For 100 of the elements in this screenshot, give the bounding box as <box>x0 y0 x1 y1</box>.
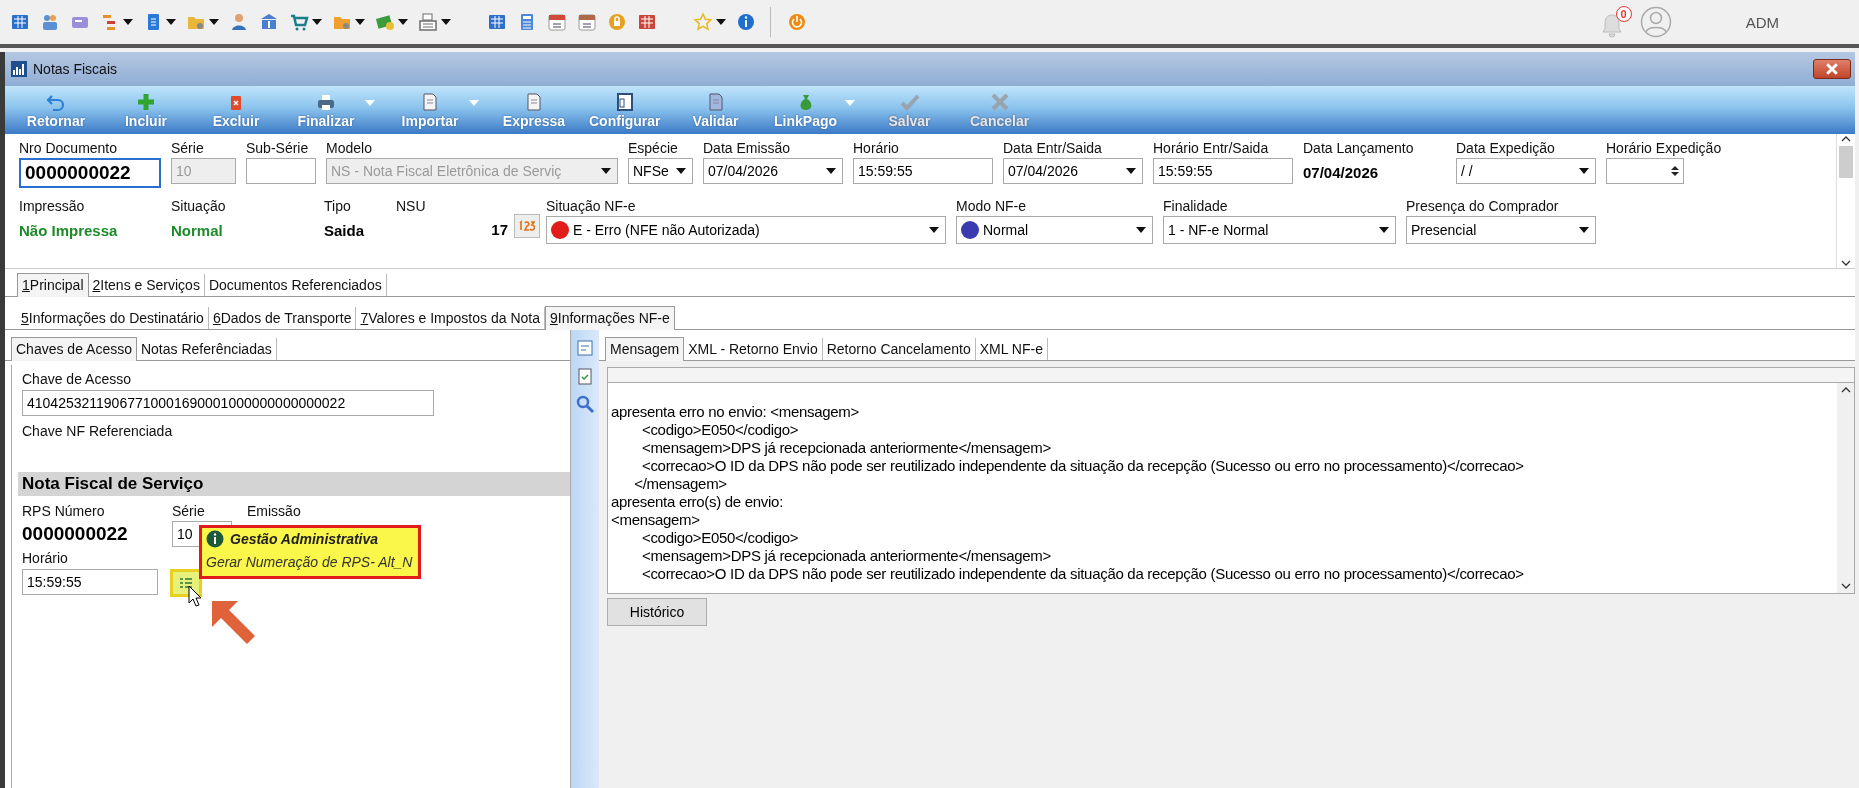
clipboard-check-icon[interactable] <box>575 366 595 386</box>
caret-icon[interactable] <box>355 19 365 25</box>
input-field[interactable]: 15:59:55 <box>22 569 158 595</box>
people-icon <box>40 12 60 32</box>
field-label: Data Expedição <box>1456 140 1556 156</box>
report-icon <box>637 12 657 32</box>
tooltip-text: Gerar Numeração de RPS- Alt_N <box>206 554 413 570</box>
user-name[interactable]: ADM <box>1745 13 1779 31</box>
caret-icon[interactable] <box>716 19 726 25</box>
window-title: Notas Fiscais <box>33 61 118 77</box>
printer-icon <box>316 92 336 112</box>
field-label: Chave de Acesso <box>22 371 131 387</box>
caret-icon[interactable] <box>1579 227 1589 233</box>
field-label: Presença do Comprador <box>1406 198 1560 214</box>
numbers-icon <box>519 218 535 234</box>
document-icon[interactable] <box>575 338 595 358</box>
document-icon <box>420 92 440 112</box>
plus-icon <box>136 92 156 112</box>
section-header: Nota Fiscal de Serviço <box>18 472 570 496</box>
field-label: Data Entr/Saida <box>1003 140 1103 156</box>
caret-icon[interactable] <box>398 19 408 25</box>
scrollbar[interactable] <box>1837 383 1854 593</box>
caret-icon[interactable] <box>676 168 686 174</box>
field-label: Chave NF Referenciada <box>22 423 173 439</box>
person-icon <box>229 12 249 32</box>
caret-icon[interactable] <box>1579 168 1589 174</box>
dropdown[interactable]: Presencial <box>1406 216 1596 244</box>
spinner-field[interactable] <box>1606 158 1684 184</box>
caret-icon[interactable] <box>826 168 836 174</box>
field-label: Horário Entr/Saida <box>1153 140 1270 156</box>
tab[interactable]: Mensagem <box>605 337 685 361</box>
caret-icon[interactable] <box>312 19 322 25</box>
caret-icon[interactable] <box>209 19 219 25</box>
status-text: Não Impressa <box>19 222 119 239</box>
scroll-up-icon[interactable] <box>1841 136 1851 142</box>
numbering-button[interactable] <box>514 214 540 238</box>
info-icon <box>736 12 756 32</box>
field-label: Modelo <box>326 140 373 156</box>
cash-register-icon <box>418 12 438 32</box>
spreadsheet-icon <box>487 12 507 32</box>
calendar-icon <box>577 12 597 32</box>
scroll-up-icon[interactable] <box>1840 387 1851 393</box>
close-button[interactable] <box>1813 59 1851 79</box>
info-icon <box>206 530 224 548</box>
caret-icon[interactable] <box>929 227 939 233</box>
scroll-thumb[interactable] <box>1839 146 1853 178</box>
field-label: Finalidade <box>1163 198 1229 214</box>
mouse-cursor-icon <box>188 585 202 607</box>
bank-icon <box>259 12 279 32</box>
history-button[interactable]: Histórico <box>607 598 707 626</box>
input-field[interactable]: 15:59:55 <box>1153 158 1293 184</box>
field-label: Horário <box>853 140 900 156</box>
dropdown[interactable]: / / <box>1456 158 1596 184</box>
message-text: apresenta erro no envio: <mensagem> <codigo>E050</codigo> <mensagem>DPS já recepcionada anteriormente</mensagem> <correcao>O ID da DPS não pode ser reutilizado independente da situação da recepção (Sucesso ou erro no processamento)</correcao> </mensagem> apresenta erro(s) de envio: <mensagem> <codigo>E050</codigo> <mensagem>DPS já recepcionada anteriormente</mensagem> <correcao>O ID da DPS não pode ser reutilizado independente da situação da recepção (Sucesso ou erro no processamento)</correcao> <box>610 402 1525 584</box>
field-label: Série <box>172 503 205 519</box>
dropdown[interactable]: 07/04/2026 <box>1003 158 1143 184</box>
field-value: Saida <box>324 222 366 239</box>
field-label: Data Emissão <box>703 140 792 156</box>
caret-icon[interactable] <box>1379 227 1389 233</box>
dropdown[interactable]: E - Erro (NFE não Autorizada) <box>546 216 946 244</box>
field-label: RPS Número <box>22 503 105 519</box>
caret-icon[interactable] <box>166 19 176 25</box>
caret-icon[interactable] <box>1126 168 1136 174</box>
status-text: Normal <box>171 222 224 239</box>
input-field[interactable]: 0000000022 <box>19 158 161 188</box>
document-icon <box>524 92 544 112</box>
field-label: Situação <box>171 198 227 214</box>
dropdown[interactable]: NFSe <box>628 158 693 184</box>
dropdown[interactable]: Normal <box>956 216 1153 244</box>
power-icon <box>787 12 807 32</box>
field-label: Espécie <box>628 140 679 156</box>
scroll-down-icon[interactable] <box>1841 260 1851 266</box>
field-label: Situação NF-e <box>546 198 637 214</box>
dropdown[interactable]: 07/04/2026 <box>703 158 843 184</box>
lock-icon <box>607 12 627 32</box>
undo-icon <box>46 92 66 112</box>
tooltip-title: Gestão Administrativa <box>230 531 379 547</box>
toolbar-button[interactable] <box>416 10 453 34</box>
tab[interactable]: Chaves de Acesso <box>11 337 137 361</box>
caret-icon[interactable] <box>1136 227 1146 233</box>
scroll-down-icon[interactable] <box>1840 583 1851 589</box>
rps-number: 0000000022 <box>22 523 129 545</box>
field-label: Tipo <box>324 198 352 214</box>
cart-icon <box>289 12 309 32</box>
dropdown[interactable]: 1 - NF-e Normal <box>1163 216 1396 244</box>
calendar-icon <box>547 12 567 32</box>
input-field[interactable]: 41042532119067710001690001000000000000022 <box>22 390 434 416</box>
input-field[interactable] <box>246 158 316 184</box>
tab[interactable]: 1Principal <box>17 273 89 297</box>
caret-icon[interactable] <box>441 19 451 25</box>
field-label: Nro Documento <box>19 140 119 156</box>
input-field[interactable]: 15:59:55 <box>853 158 993 184</box>
search-icon[interactable] <box>575 394 595 414</box>
star-icon <box>693 12 713 32</box>
scrollbar[interactable] <box>1836 134 1855 268</box>
tab[interactable]: 9Informações NF-e <box>544 306 675 330</box>
caret-icon[interactable] <box>123 19 133 25</box>
building-icon <box>10 12 30 32</box>
field-label: Data Lançamento <box>1303 140 1415 156</box>
spinner-arrows-icon[interactable] <box>1671 165 1679 177</box>
